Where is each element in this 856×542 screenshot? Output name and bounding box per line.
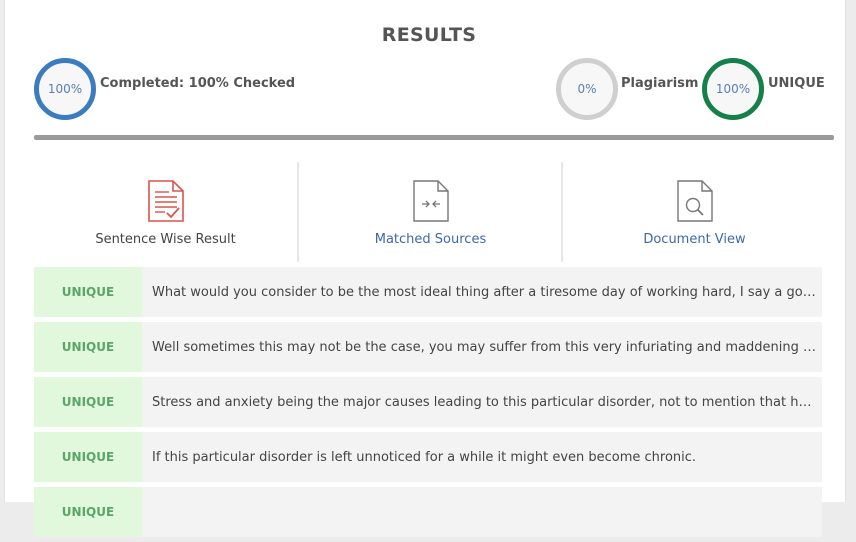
status-badge: UNIQUE [34, 487, 142, 537]
tab-label: Matched Sources [374, 232, 487, 247]
list-item[interactable]: UNIQUE [34, 487, 822, 537]
sentence-text: Well sometimes this may not be the case,… [152, 339, 816, 355]
list-item[interactable]: UNIQUE What would you consider to be the… [34, 267, 822, 317]
plagiarism-label: Plagiarism [621, 76, 699, 91]
status-badge: UNIQUE [34, 267, 142, 317]
completed-value: 100% [47, 82, 83, 96]
sentence-text [142, 487, 822, 537]
status-badge: UNIQUE [34, 432, 142, 482]
tab-label: Document View [643, 232, 746, 247]
status-badge: UNIQUE [34, 322, 142, 372]
unique-circle: 100% [702, 58, 764, 120]
sentence-text: If this particular disorder is left unno… [152, 449, 697, 465]
document-compare-icon [413, 180, 449, 222]
results-panel: RESULTS 100% Completed: 100% Checked 0% … [4, 0, 846, 537]
sentence-text: Stress and anxiety being the major cause… [152, 394, 816, 410]
sentence-results-list: UNIQUE What would you consider to be the… [34, 267, 822, 542]
tab-matched-sources[interactable]: Matched Sources [297, 162, 562, 262]
list-item[interactable]: UNIQUE Well sometimes this may not be th… [34, 322, 822, 372]
document-check-icon [148, 180, 184, 222]
list-item[interactable]: UNIQUE Stress and anxiety being the majo… [34, 377, 822, 427]
unique-label: UNIQUE [768, 76, 825, 91]
plagiarism-circle: 0% [556, 58, 618, 120]
tab-sentence-wise-result[interactable]: Sentence Wise Result [34, 162, 297, 262]
tab-label: Sentence Wise Result [95, 232, 236, 247]
completed-progress-circle: 100% [34, 58, 96, 120]
list-item[interactable]: UNIQUE If this particular disorder is le… [34, 432, 822, 482]
completed-label: Completed: 100% Checked [100, 76, 296, 91]
document-search-icon [677, 180, 713, 222]
results-divider [34, 135, 834, 140]
results-title: RESULTS [381, 24, 477, 46]
plagiarism-value: 0% [577, 82, 597, 96]
status-badge: UNIQUE [34, 377, 142, 427]
sentence-text: What would you consider to be the most i… [152, 284, 816, 300]
unique-value: 100% [715, 82, 751, 96]
tab-document-view[interactable]: Document View [561, 162, 826, 262]
